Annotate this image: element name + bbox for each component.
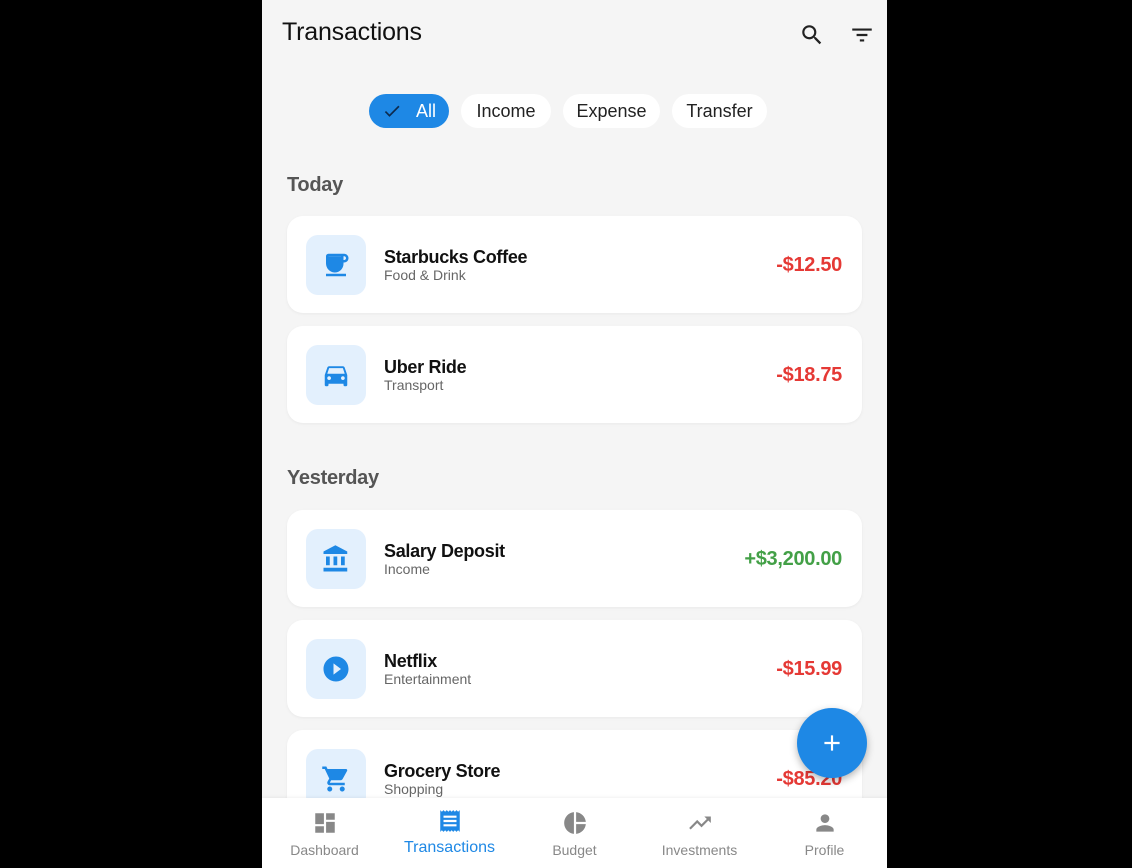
- transaction-card[interactable]: Starbucks Coffee Food & Drink -$12.50: [287, 216, 862, 313]
- nav-label: Dashboard: [290, 842, 359, 858]
- chip-transfer[interactable]: Transfer: [672, 94, 767, 128]
- transaction-name: Salary Deposit: [384, 541, 505, 561]
- nav-transactions[interactable]: Transactions: [387, 798, 512, 868]
- trending-up-icon: [687, 810, 713, 836]
- transaction-category: Entertainment: [384, 671, 472, 687]
- nav-label: Budget: [552, 842, 597, 858]
- bank-icon: [306, 529, 366, 589]
- nav-budget[interactable]: Budget: [512, 798, 637, 868]
- transaction-name: Grocery Store: [384, 761, 501, 781]
- transaction-amount: -$12.50: [776, 254, 842, 276]
- search-button[interactable]: [797, 20, 827, 50]
- transaction-card[interactable]: Netflix Entertainment -$15.99: [287, 620, 862, 717]
- transaction-name: Netflix: [384, 651, 437, 671]
- car-icon: [306, 345, 366, 405]
- check-icon: [382, 101, 402, 121]
- nav-label: Profile: [804, 842, 845, 858]
- search-icon: [802, 25, 822, 45]
- chip-expense[interactable]: Expense: [563, 94, 660, 128]
- transaction-card[interactable]: Uber Ride Transport -$18.75: [287, 326, 862, 423]
- chip-label: Expense: [576, 100, 647, 121]
- plus-icon: [824, 735, 840, 751]
- receipt-icon: [437, 808, 463, 834]
- section-header-yesterday: Yesterday: [287, 467, 379, 489]
- add-transaction-button[interactable]: [797, 708, 867, 778]
- bottom-navigation: Dashboard Transactions Budget Investment…: [262, 798, 887, 868]
- dashboard-icon: [312, 810, 338, 836]
- chip-all[interactable]: All: [369, 94, 449, 128]
- chip-label: Transfer: [686, 100, 753, 121]
- app-bar: Transactions: [262, 0, 887, 68]
- nav-profile[interactable]: Profile: [762, 798, 887, 868]
- transaction-amount: -$18.75: [776, 364, 842, 386]
- chip-label: All: [415, 100, 436, 121]
- transaction-category: Food & Drink: [384, 267, 466, 283]
- filter-chips: All Income Expense Transfer: [262, 94, 887, 129]
- transaction-amount: -$15.99: [776, 658, 842, 680]
- pie-chart-icon: [562, 810, 588, 836]
- person-icon: [812, 810, 838, 836]
- chip-income[interactable]: Income: [461, 94, 551, 128]
- nav-investments[interactable]: Investments: [637, 798, 762, 868]
- nav-label: Transactions: [404, 839, 495, 856]
- app-screen: Transactions All Income Expense Transfer…: [262, 0, 887, 868]
- transaction-amount: +$3,200.00: [744, 548, 842, 570]
- coffee-icon: [306, 235, 366, 295]
- filter-button[interactable]: [847, 20, 877, 50]
- transaction-name: Uber Ride: [384, 357, 467, 377]
- section-header-today: Today: [287, 174, 343, 196]
- filter-icon: [852, 28, 872, 42]
- transaction-category: Income: [384, 561, 430, 577]
- transaction-card[interactable]: Salary Deposit Income +$3,200.00: [287, 510, 862, 607]
- transaction-category: Shopping: [384, 781, 444, 797]
- nav-dashboard[interactable]: Dashboard: [262, 798, 387, 868]
- nav-label: Investments: [661, 842, 738, 858]
- chip-label: Income: [476, 100, 536, 121]
- play-circle-icon: [306, 639, 366, 699]
- transaction-category: Transport: [384, 377, 444, 393]
- page-title: Transactions: [282, 18, 422, 46]
- transaction-name: Starbucks Coffee: [384, 247, 528, 267]
